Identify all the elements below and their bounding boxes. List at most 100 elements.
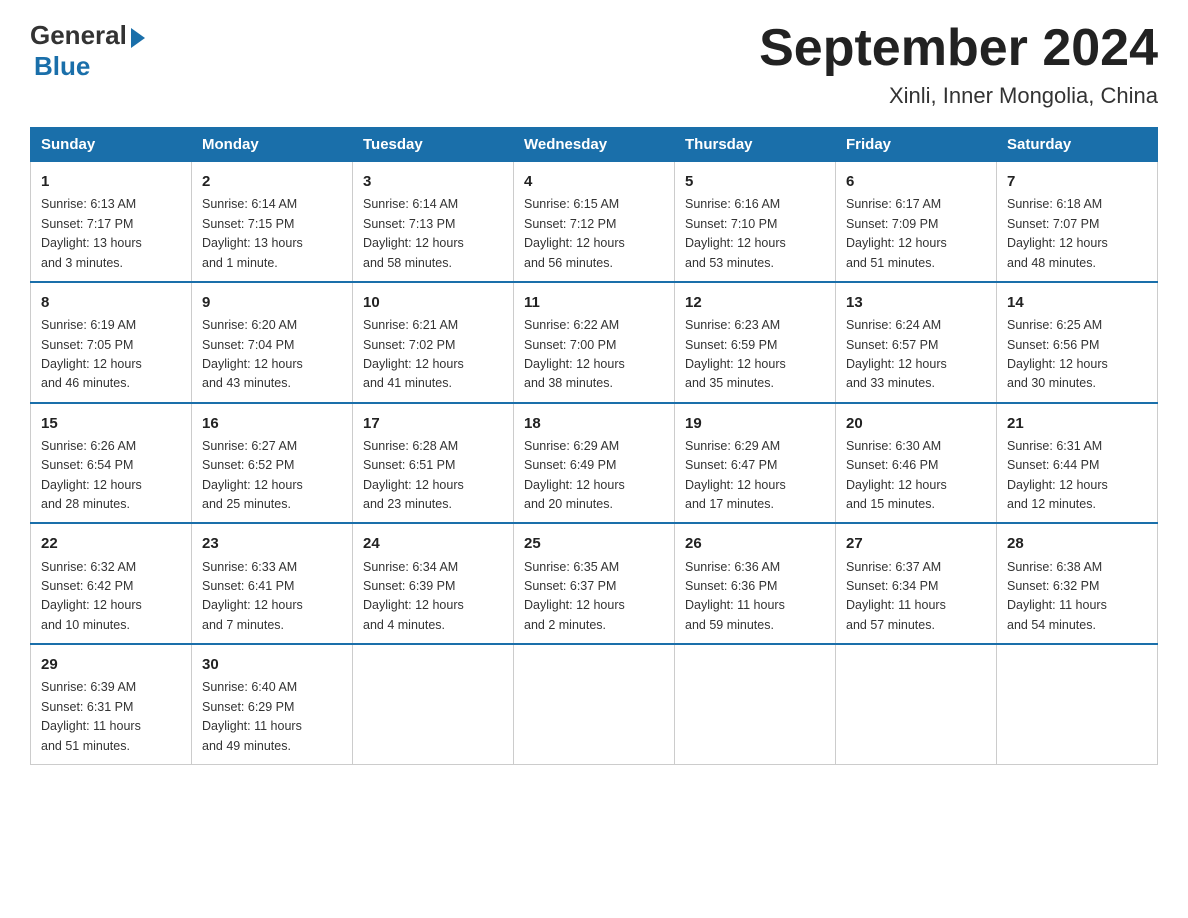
table-row: 8Sunrise: 6:19 AMSunset: 7:05 PMDaylight… [31, 282, 192, 403]
day-number-30: 30 [202, 653, 342, 676]
day-info-20: Sunrise: 6:30 AMSunset: 6:46 PMDaylight:… [846, 437, 986, 515]
day-number-18: 18 [524, 412, 664, 435]
day-number-25: 25 [524, 532, 664, 555]
day-number-23: 23 [202, 532, 342, 555]
day-info-27: Sunrise: 6:37 AMSunset: 6:34 PMDaylight:… [846, 558, 986, 636]
table-row: 30Sunrise: 6:40 AMSunset: 6:29 PMDayligh… [192, 644, 353, 764]
day-info-28: Sunrise: 6:38 AMSunset: 6:32 PMDaylight:… [1007, 558, 1147, 636]
day-info-21: Sunrise: 6:31 AMSunset: 6:44 PMDaylight:… [1007, 437, 1147, 515]
day-info-13: Sunrise: 6:24 AMSunset: 6:57 PMDaylight:… [846, 316, 986, 394]
table-row: 19Sunrise: 6:29 AMSunset: 6:47 PMDayligh… [675, 403, 836, 524]
day-info-22: Sunrise: 6:32 AMSunset: 6:42 PMDaylight:… [41, 558, 181, 636]
day-info-15: Sunrise: 6:26 AMSunset: 6:54 PMDaylight:… [41, 437, 181, 515]
calendar-table: Sunday Monday Tuesday Wednesday Thursday… [30, 127, 1158, 765]
day-info-23: Sunrise: 6:33 AMSunset: 6:41 PMDaylight:… [202, 558, 342, 636]
table-row [514, 644, 675, 764]
page-header: General Blue September 2024 Xinli, Inner… [30, 20, 1158, 109]
table-row: 24 Sunrise: 6:34 AMSunset: 6:39 PMDayligh… [353, 523, 514, 644]
week-row-3: 15Sunrise: 6:26 AMSunset: 6:54 PMDayligh… [31, 403, 1158, 524]
table-row: 11Sunrise: 6:22 AMSunset: 7:00 PMDayligh… [514, 282, 675, 403]
header-friday: Friday [836, 128, 997, 162]
day-number-4: 4 [524, 170, 664, 193]
logo: General Blue [30, 20, 145, 82]
table-row: 4Sunrise: 6:15 AMSunset: 7:12 PMDaylight… [514, 162, 675, 282]
day-info-12: Sunrise: 6:23 AMSunset: 6:59 PMDaylight:… [685, 316, 825, 394]
day-info-10: Sunrise: 6:21 AMSunset: 7:02 PMDaylight:… [363, 316, 503, 394]
table-row: 5Sunrise: 6:16 AMSunset: 7:10 PMDaylight… [675, 162, 836, 282]
day-number-24: 24 [363, 532, 503, 555]
day-number-8: 8 [41, 291, 181, 314]
header-tuesday: Tuesday [353, 128, 514, 162]
header-sunday: Sunday [31, 128, 192, 162]
day-number-14: 14 [1007, 291, 1147, 314]
table-row: 25 Sunrise: 6:35 AMSunset: 6:37 PMDayligh… [514, 523, 675, 644]
week-row-5: 29Sunrise: 6:39 AMSunset: 6:31 PMDayligh… [31, 644, 1158, 764]
day-number-17: 17 [363, 412, 503, 435]
day-number-5: 5 [685, 170, 825, 193]
table-row: 26Sunrise: 6:36 AMSunset: 6:36 PMDayligh… [675, 523, 836, 644]
table-row: 27 Sunrise: 6:37 AMSunset: 6:34 PMDayligh… [836, 523, 997, 644]
day-number-29: 29 [41, 653, 181, 676]
day-number-13: 13 [846, 291, 986, 314]
week-row-4: 22Sunrise: 6:32 AMSunset: 6:42 PMDayligh… [31, 523, 1158, 644]
day-number-15: 15 [41, 412, 181, 435]
day-info-17: Sunrise: 6:28 AMSunset: 6:51 PMDaylight:… [363, 437, 503, 515]
day-info-18: Sunrise: 6:29 AMSunset: 6:49 PMDaylight:… [524, 437, 664, 515]
day-info-19: Sunrise: 6:29 AMSunset: 6:47 PMDaylight:… [685, 437, 825, 515]
day-info-25: Sunrise: 6:35 AMSunset: 6:37 PMDaylight:… [524, 558, 664, 636]
table-row: 29Sunrise: 6:39 AMSunset: 6:31 PMDayligh… [31, 644, 192, 764]
logo-general: General [30, 20, 127, 51]
day-number-16: 16 [202, 412, 342, 435]
week-row-2: 8Sunrise: 6:19 AMSunset: 7:05 PMDaylight… [31, 282, 1158, 403]
table-row: 15Sunrise: 6:26 AMSunset: 6:54 PMDayligh… [31, 403, 192, 524]
table-row: 14Sunrise: 6:25 AMSunset: 6:56 PMDayligh… [997, 282, 1158, 403]
header-monday: Monday [192, 128, 353, 162]
table-row: 10Sunrise: 6:21 AMSunset: 7:02 PMDayligh… [353, 282, 514, 403]
table-row: 16Sunrise: 6:27 AMSunset: 6:52 PMDayligh… [192, 403, 353, 524]
table-row: 23 Sunrise: 6:33 AMSunset: 6:41 PMDayligh… [192, 523, 353, 644]
day-number-26: 26 [685, 532, 825, 555]
logo-blue: Blue [34, 51, 90, 82]
week-row-1: 1Sunrise: 6:13 AMSunset: 7:17 PMDaylight… [31, 162, 1158, 282]
header-thursday: Thursday [675, 128, 836, 162]
logo-arrow-icon [131, 28, 145, 48]
table-row [836, 644, 997, 764]
day-number-21: 21 [1007, 412, 1147, 435]
day-number-27: 27 [846, 532, 986, 555]
day-number-6: 6 [846, 170, 986, 193]
table-row: 7Sunrise: 6:18 AMSunset: 7:07 PMDaylight… [997, 162, 1158, 282]
day-info-8: Sunrise: 6:19 AMSunset: 7:05 PMDaylight:… [41, 316, 181, 394]
day-info-30: Sunrise: 6:40 AMSunset: 6:29 PMDaylight:… [202, 678, 342, 756]
table-row: 20Sunrise: 6:30 AMSunset: 6:46 PMDayligh… [836, 403, 997, 524]
day-number-1: 1 [41, 170, 181, 193]
day-number-11: 11 [524, 291, 664, 314]
table-row [997, 644, 1158, 764]
table-row: 1Sunrise: 6:13 AMSunset: 7:17 PMDaylight… [31, 162, 192, 282]
table-row: 17Sunrise: 6:28 AMSunset: 6:51 PMDayligh… [353, 403, 514, 524]
table-row: 28Sunrise: 6:38 AMSunset: 6:32 PMDayligh… [997, 523, 1158, 644]
day-number-2: 2 [202, 170, 342, 193]
day-number-9: 9 [202, 291, 342, 314]
table-row: 21Sunrise: 6:31 AMSunset: 6:44 PMDayligh… [997, 403, 1158, 524]
table-row: 18Sunrise: 6:29 AMSunset: 6:49 PMDayligh… [514, 403, 675, 524]
day-number-12: 12 [685, 291, 825, 314]
day-number-10: 10 [363, 291, 503, 314]
day-info-1: Sunrise: 6:13 AMSunset: 7:17 PMDaylight:… [41, 195, 181, 273]
table-row [353, 644, 514, 764]
table-row: 2Sunrise: 6:14 AMSunset: 7:15 PMDaylight… [192, 162, 353, 282]
day-info-5: Sunrise: 6:16 AMSunset: 7:10 PMDaylight:… [685, 195, 825, 273]
day-number-3: 3 [363, 170, 503, 193]
header-wednesday: Wednesday [514, 128, 675, 162]
day-info-3: Sunrise: 6:14 AMSunset: 7:13 PMDaylight:… [363, 195, 503, 273]
day-info-2: Sunrise: 6:14 AMSunset: 7:15 PMDaylight:… [202, 195, 342, 273]
day-number-19: 19 [685, 412, 825, 435]
day-info-11: Sunrise: 6:22 AMSunset: 7:00 PMDaylight:… [524, 316, 664, 394]
location-title: Xinli, Inner Mongolia, China [759, 83, 1158, 109]
table-row: 12Sunrise: 6:23 AMSunset: 6:59 PMDayligh… [675, 282, 836, 403]
day-info-14: Sunrise: 6:25 AMSunset: 6:56 PMDaylight:… [1007, 316, 1147, 394]
calendar-header-row: Sunday Monday Tuesday Wednesday Thursday… [31, 128, 1158, 162]
day-info-4: Sunrise: 6:15 AMSunset: 7:12 PMDaylight:… [524, 195, 664, 273]
day-info-24: Sunrise: 6:34 AMSunset: 6:39 PMDaylight:… [363, 558, 503, 636]
table-row [675, 644, 836, 764]
header-saturday: Saturday [997, 128, 1158, 162]
